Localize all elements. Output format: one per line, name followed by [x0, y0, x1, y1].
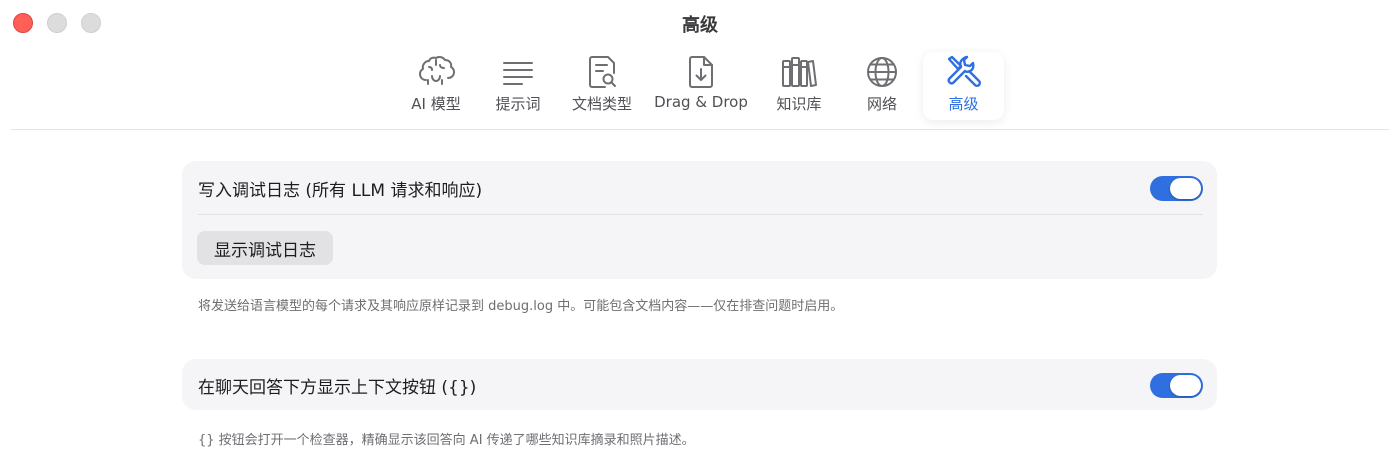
- tab-label: Drag & Drop: [654, 93, 748, 111]
- toolbar-divider: [11, 129, 1389, 130]
- tab-prompts[interactable]: 提示词: [490, 52, 546, 120]
- show-debug-log-button[interactable]: 显示调试日志: [197, 231, 333, 265]
- debug-log-caption: 将发送给语言模型的每个请求及其响应原样记录到 debug.log 中。可能包含文…: [198, 299, 844, 314]
- document-search-icon: [582, 52, 622, 92]
- tab-label: AI 模型: [411, 95, 461, 113]
- toggle-knob: [1170, 374, 1201, 396]
- tab-label: 知识库: [776, 95, 822, 113]
- tools-icon: [944, 52, 984, 92]
- tab-label: 网络: [866, 95, 897, 113]
- debug-log-card: 写入调试日志 (所有 LLM 请求和响应) 显示调试日志: [182, 161, 1217, 279]
- settings-toolbar: AI 模型 提示词 文档类型 Drag & Drop 知识库 网络 高级: [0, 52, 1400, 122]
- debug-log-row: 写入调试日志 (所有 LLM 请求和响应): [198, 175, 1203, 201]
- tab-ai-models[interactable]: AI 模型: [405, 52, 467, 120]
- tab-label: 高级: [948, 95, 979, 113]
- tab-label: 文档类型: [571, 95, 632, 113]
- document-download-icon: [681, 52, 721, 92]
- tab-network[interactable]: 网络: [854, 52, 910, 120]
- tab-document-types[interactable]: 文档类型: [566, 52, 638, 120]
- debug-log-label: 写入调试日志 (所有 LLM 请求和响应): [198, 180, 483, 201]
- books-icon: [779, 52, 819, 92]
- context-button-toggle[interactable]: [1150, 372, 1203, 398]
- tab-label: 提示词: [495, 95, 541, 113]
- brain-icon: [416, 52, 456, 92]
- settings-window: 高级 AI 模型 提示词 文档类型 Drag & Drop 知识库 网络 高级 …: [0, 0, 1400, 462]
- debug-log-toggle[interactable]: [1150, 175, 1203, 201]
- window-title: 高级: [682, 15, 718, 36]
- context-button-caption: {} 按钮会打开一个检查器，精确显示该回答向 AI 传递了哪些知识库摘录和照片描…: [198, 433, 695, 448]
- text-lines-icon: [498, 52, 538, 92]
- tab-drag-drop[interactable]: Drag & Drop: [650, 52, 752, 120]
- context-button-row: 在聊天回答下方显示上下文按钮 ({}): [198, 372, 1203, 398]
- globe-icon: [862, 52, 902, 92]
- card-divider: [198, 214, 1203, 215]
- toggle-knob: [1170, 177, 1201, 199]
- context-button-label: 在聊天回答下方显示上下文按钮 ({}): [198, 377, 477, 398]
- tab-advanced[interactable]: 高级: [923, 52, 1004, 120]
- context-button-card: 在聊天回答下方显示上下文按钮 ({}): [182, 359, 1217, 410]
- tab-knowledge-base[interactable]: 知识库: [771, 52, 827, 120]
